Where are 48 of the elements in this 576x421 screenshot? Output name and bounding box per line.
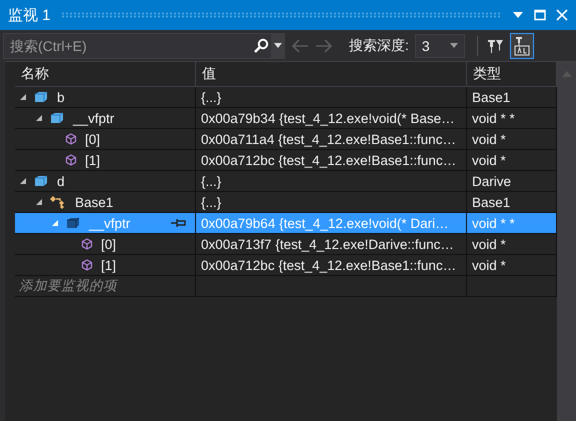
watch-item-value: {...} xyxy=(196,87,467,108)
add-watch-field[interactable]: 添加要监视的项 xyxy=(15,276,196,297)
class-hierarchy-icon xyxy=(49,194,67,210)
expanded-triangle-icon[interactable] xyxy=(19,93,27,101)
watch-item-value: 0x00a712bc {test_4_12.exe!Base1::func… xyxy=(196,255,467,276)
cube-icon xyxy=(65,217,81,229)
search-icon xyxy=(253,38,269,54)
cube-icon xyxy=(49,112,65,124)
search-button[interactable] xyxy=(251,32,271,58)
watch-item-type: void * * xyxy=(467,213,557,234)
search-options-button[interactable] xyxy=(271,32,285,58)
watch-item-name[interactable]: b xyxy=(15,87,196,108)
watch-item-value: 0x00a79b34 {test_4_12.exe!void(* Base… xyxy=(196,108,467,129)
watch-item-value: 0x00a79b64 {test_4_12.exe!void(* Dari… xyxy=(196,213,467,234)
column-header[interactable]: 值 xyxy=(196,62,467,87)
caret-icon xyxy=(450,43,458,48)
search-depth-dropdown[interactable]: 3 xyxy=(414,34,465,58)
cube-outline-icon xyxy=(81,259,93,271)
cube-outline-icon xyxy=(65,133,77,145)
close-icon[interactable] xyxy=(556,9,568,21)
watch-item-name[interactable]: [1] xyxy=(15,255,196,276)
watch-item-name[interactable]: [1] xyxy=(15,150,196,171)
watch-item-value: {...} xyxy=(196,171,467,192)
watch-item-name[interactable]: d xyxy=(15,171,196,192)
watch-item-value: 0x00a711a4 {test_4_12.exe!Base1::func… xyxy=(196,129,467,150)
search-field[interactable]: 搜索(Ctrl+E) xyxy=(3,32,251,58)
column-header[interactable]: 类型 xyxy=(467,62,557,87)
watch-item-name[interactable]: __vfptr xyxy=(15,108,196,129)
expanded-triangle-icon[interactable] xyxy=(19,177,27,185)
window-title: 监视 1 xyxy=(8,6,51,24)
pin-icon[interactable] xyxy=(171,218,187,228)
scrollbar[interactable] xyxy=(557,62,576,421)
maximize-icon[interactable] xyxy=(534,9,546,21)
cube-icon xyxy=(33,91,49,103)
caret-icon xyxy=(274,43,282,48)
column-header[interactable]: 名称 xyxy=(15,62,196,87)
cube-outline-icon xyxy=(81,238,93,250)
cube-outline-icon xyxy=(65,154,77,166)
watch-item-name[interactable]: [0] xyxy=(15,234,196,255)
expanded-triangle-icon[interactable] xyxy=(35,114,43,122)
search-depth-label: 搜索深度: xyxy=(349,36,409,54)
expanded-triangle-icon[interactable] xyxy=(35,198,43,206)
pin-table-icon xyxy=(512,36,531,56)
tabular-view-button[interactable] xyxy=(510,32,534,58)
watch-item-value: 0x00a713f7 {test_4_12.exe!Darive::func… xyxy=(196,234,467,255)
cube-icon xyxy=(33,175,49,187)
watch-item-value: 0x00a712bc {test_4_12.exe!Base1::func… xyxy=(196,150,467,171)
watch-item-name[interactable]: [0] xyxy=(15,129,196,150)
